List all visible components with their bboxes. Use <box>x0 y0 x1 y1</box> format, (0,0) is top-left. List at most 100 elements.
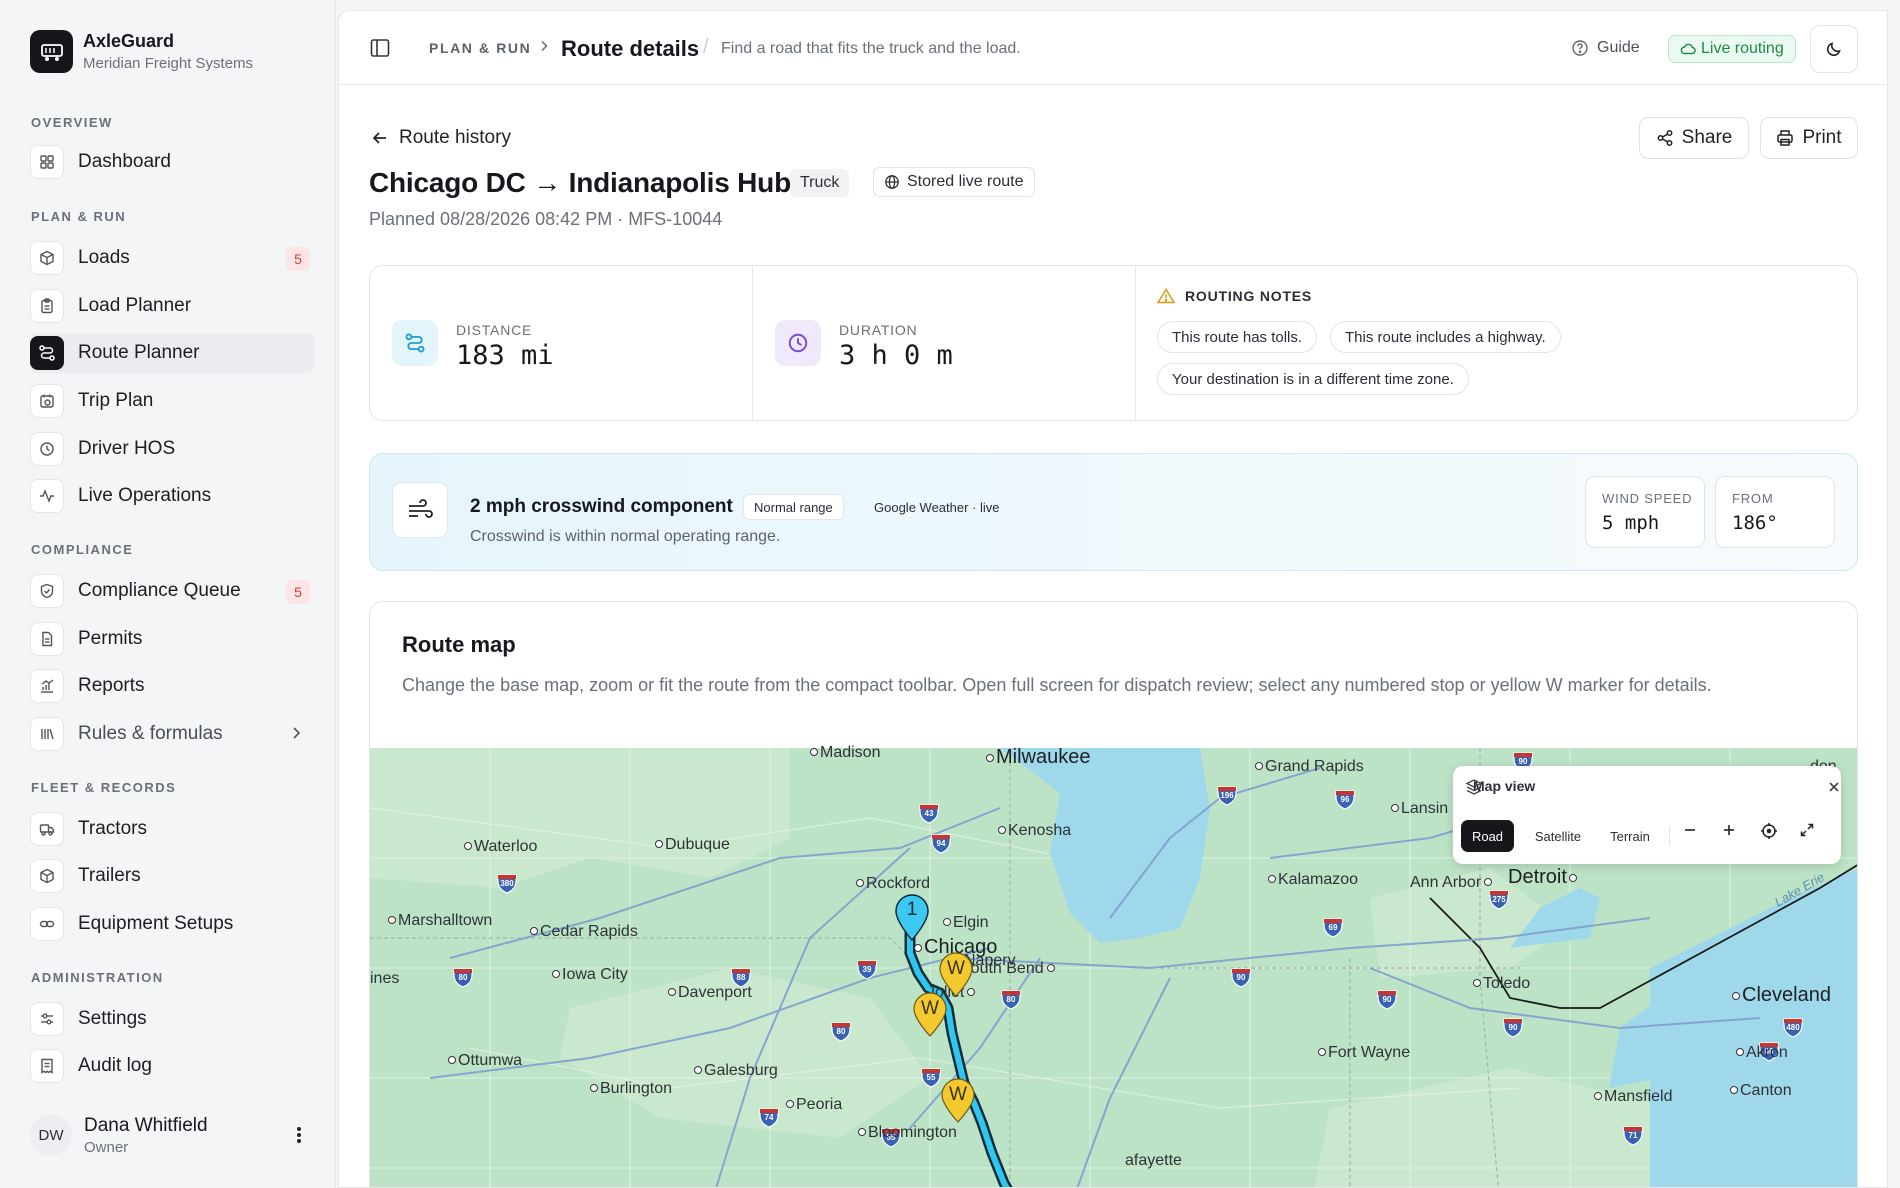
clock-icon <box>30 432 64 466</box>
sidebar-item-route-planner[interactable]: Route Planner <box>30 333 314 373</box>
zoom-in-icon[interactable] <box>1721 822 1749 850</box>
sidebar-toggle-icon[interactable] <box>369 37 391 64</box>
sidebar-item-label: Driver HOS <box>78 438 176 459</box>
interstate-shield: 71 <box>1622 1124 1644 1146</box>
sidebar-item-label: Trailers <box>78 865 141 886</box>
page-description: Find a road that fits the truck and the … <box>721 40 1021 57</box>
sidebar-item-driver-hos[interactable]: Driver HOS <box>30 429 314 469</box>
stop-number: 1 <box>906 899 918 920</box>
more-vertical-icon[interactable] <box>284 1120 314 1150</box>
route-history-label: Route history <box>399 127 511 148</box>
map-view-toolbar: Map view Road Satellite Terrain <box>1453 766 1841 864</box>
sidebar-item-label: Dashboard <box>78 151 171 172</box>
crosswind-card: 2 mph crosswind component Normal range G… <box>369 453 1858 571</box>
theme-toggle-button[interactable] <box>1810 25 1858 73</box>
sidebar-item-dashboard[interactable]: Dashboard <box>30 142 314 182</box>
sidebar-item-label: Permits <box>78 628 143 649</box>
sidebar-item-label: Audit log <box>78 1055 152 1076</box>
vehicle-mode-tag: Truck <box>790 169 850 197</box>
nav-section-plan: PLAN & RUN <box>31 209 127 224</box>
user-profile[interactable]: DW Dana Whitfield Owner <box>30 1112 314 1158</box>
interstate-shield: 69 <box>1322 916 1344 938</box>
city-label: Toledo <box>1473 975 1530 993</box>
city-label: Marshalltown <box>388 912 492 930</box>
nav-section-fleet: FLEET & RECORDS <box>31 780 177 795</box>
route-map[interactable]: 90 196 96 43 94 380 275 69 80 88 39 80 90 90 90 480 80 80… <box>370 744 1857 1187</box>
routing-notes-label: ROUTING NOTES <box>1185 288 1313 304</box>
city-label: Fort Wayne <box>1318 1044 1410 1062</box>
zoom-out-icon[interactable] <box>1682 822 1710 850</box>
routing-note-chip: This route includes a highway. <box>1330 321 1561 353</box>
live-routing-badge: Live routing <box>1668 35 1796 63</box>
city-label: Galesburg <box>694 1062 778 1080</box>
interstate-shield: 80 <box>830 1020 852 1042</box>
interstate-shield: 90 <box>1502 1016 1524 1038</box>
guide-link[interactable]: Guide <box>1571 39 1640 57</box>
range-badge: Normal range <box>743 494 844 520</box>
toolbar-divider <box>1669 826 1670 846</box>
avatar: DW <box>30 1114 72 1156</box>
sidebar-item-rules[interactable]: Rules & formulas <box>30 714 314 754</box>
sidebar-item-audit-log[interactable]: Audit log <box>30 1046 314 1086</box>
nav-section-compliance: COMPLIANCE <box>31 542 134 557</box>
sidebar-item-label: Compliance Queue <box>78 580 241 601</box>
waypoint-label: W <box>949 1084 967 1105</box>
sidebar-item-settings[interactable]: Settings <box>30 999 314 1039</box>
interstate-shield: 90 <box>1230 966 1252 988</box>
sidebar-item-label: Reports <box>78 675 145 696</box>
city-label: Madison <box>810 744 880 762</box>
city-label: Cleveland <box>1732 984 1831 1007</box>
interstate-shield: 39 <box>856 958 878 980</box>
distance-label: DISTANCE <box>456 322 533 338</box>
basemap-road-button[interactable]: Road <box>1461 820 1514 852</box>
basemap-satellite-button[interactable]: Satellite <box>1523 820 1593 852</box>
sidebar-item-equipment-setups[interactable]: Equipment Setups <box>30 904 314 944</box>
nav-section-admin: ADMINISTRATION <box>31 970 164 985</box>
city-label: Cedar Rapids <box>530 923 638 941</box>
interstate-shield: 43 <box>918 802 940 824</box>
route-icon <box>392 320 438 366</box>
route-history-link[interactable]: Route history <box>371 127 511 149</box>
chevron-right-icon <box>537 39 551 58</box>
warning-icon <box>1157 288 1175 304</box>
map-view-heading: Map view <box>1465 778 1535 795</box>
sidebar-item-label: Settings <box>78 1008 147 1029</box>
sidebar-item-loads[interactable]: Loads 5 <box>30 238 314 278</box>
brand-name: AxleGuard <box>83 31 175 51</box>
sidebar-item-compliance-queue[interactable]: Compliance Queue 5 <box>30 571 314 611</box>
map-description: Change the base map, zoom or fit the rou… <box>402 675 1712 695</box>
sidebar-item-trailers[interactable]: Trailers <box>30 856 314 896</box>
interstate-shield: 74 <box>758 1106 780 1128</box>
wind-direction-box: FROM 186° <box>1715 476 1835 548</box>
fullscreen-icon[interactable] <box>1799 822 1827 850</box>
guide-label: Guide <box>1597 39 1640 56</box>
globe-icon <box>885 175 899 189</box>
help-circle-icon <box>1572 40 1588 56</box>
brand[interactable]: AxleGuard Meridian Freight Systems <box>30 30 253 73</box>
sidebar-item-live-operations[interactable]: Live Operations <box>30 476 314 516</box>
print-button[interactable]: Print <box>1760 117 1858 159</box>
link-icon <box>30 907 64 941</box>
share-button[interactable]: Share <box>1639 117 1749 159</box>
sidebar-item-trip-plan[interactable]: Trip Plan <box>30 381 314 421</box>
wind-direction-label: FROM <box>1732 491 1774 506</box>
city-label: Bloomington <box>858 1124 957 1142</box>
crosswind-title: 2 mph crosswind component <box>470 496 733 517</box>
sidebar-item-reports[interactable]: Reports <box>30 666 314 706</box>
sidebar-item-permits[interactable]: Permits <box>30 619 314 659</box>
interstate-shield: 80 <box>1000 988 1022 1010</box>
page-heading: Route details <box>561 36 700 61</box>
routing-note-chip: Your destination is in a different time … <box>1157 363 1469 395</box>
city-label: Akron <box>1736 1044 1788 1062</box>
sidebar-item-tractors[interactable]: Tractors <box>30 809 314 849</box>
fit-route-icon[interactable] <box>1760 822 1788 850</box>
truck-logo-icon <box>30 30 73 73</box>
city-label: Mansfield <box>1594 1088 1672 1106</box>
sidebar-item-label: Trip Plan <box>78 390 154 411</box>
sidebar-item-load-planner[interactable]: Load Planner <box>30 286 314 326</box>
activity-icon <box>30 479 64 513</box>
moon-icon <box>1826 42 1841 57</box>
sidebar-item-label: Loads <box>78 247 130 268</box>
basemap-terrain-button[interactable]: Terrain <box>1599 820 1661 852</box>
breadcrumb-section[interactable]: PLAN & RUN <box>429 40 531 56</box>
